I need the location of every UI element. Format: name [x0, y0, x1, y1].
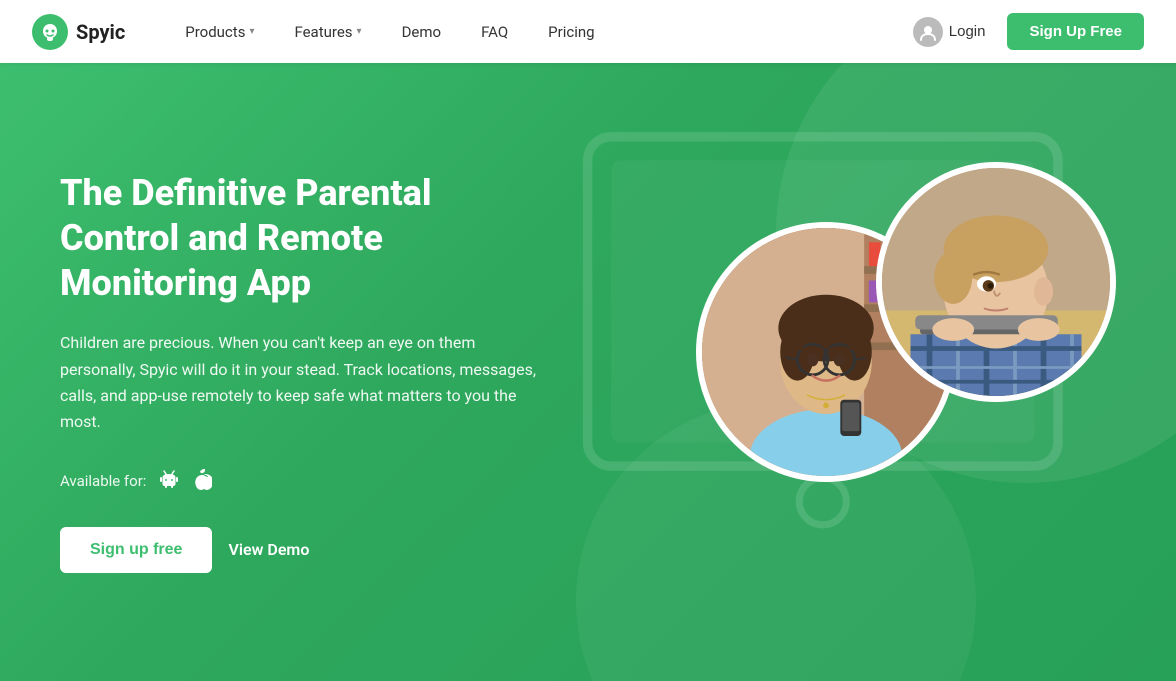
hero-content: The Definitive Parental Control and Remo…	[60, 171, 540, 573]
nav-right: Login Sign Up Free	[899, 11, 1144, 53]
hero-images	[656, 142, 1116, 602]
signup-header-button[interactable]: Sign Up Free	[1007, 13, 1144, 50]
login-button[interactable]: Login	[899, 11, 1000, 53]
spyic-logo-icon	[32, 14, 68, 50]
hero-signup-button[interactable]: Sign up free	[60, 527, 212, 573]
hero-image-child	[876, 162, 1116, 402]
nav-links: Products ▾ Features ▾ Demo FAQ Pricing	[165, 0, 899, 63]
available-for: Available for:	[60, 468, 540, 495]
nav-demo[interactable]: Demo	[382, 0, 462, 63]
navbar: Spyic Products ▾ Features ▾ Demo FAQ Pri…	[0, 0, 1176, 63]
nav-products[interactable]: Products ▾	[165, 0, 274, 63]
hero-section: The Definitive Parental Control and Remo…	[0, 63, 1176, 681]
user-avatar-icon	[913, 17, 943, 47]
brand-name: Spyic	[76, 20, 125, 44]
nav-pricing[interactable]: Pricing	[528, 0, 614, 63]
apple-icon	[192, 468, 212, 495]
chevron-down-icon: ▾	[249, 26, 254, 37]
hero-title: The Definitive Parental Control and Remo…	[60, 171, 540, 306]
android-icon	[158, 468, 180, 495]
hero-demo-button[interactable]: View Demo	[228, 540, 309, 559]
logo[interactable]: Spyic	[32, 14, 125, 50]
chevron-down-icon: ▾	[357, 26, 362, 37]
hero-description: Children are precious. When you can't ke…	[60, 330, 540, 436]
nav-features[interactable]: Features ▾	[274, 0, 381, 63]
hero-buttons: Sign up free View Demo	[60, 527, 540, 573]
nav-faq[interactable]: FAQ	[461, 0, 528, 63]
